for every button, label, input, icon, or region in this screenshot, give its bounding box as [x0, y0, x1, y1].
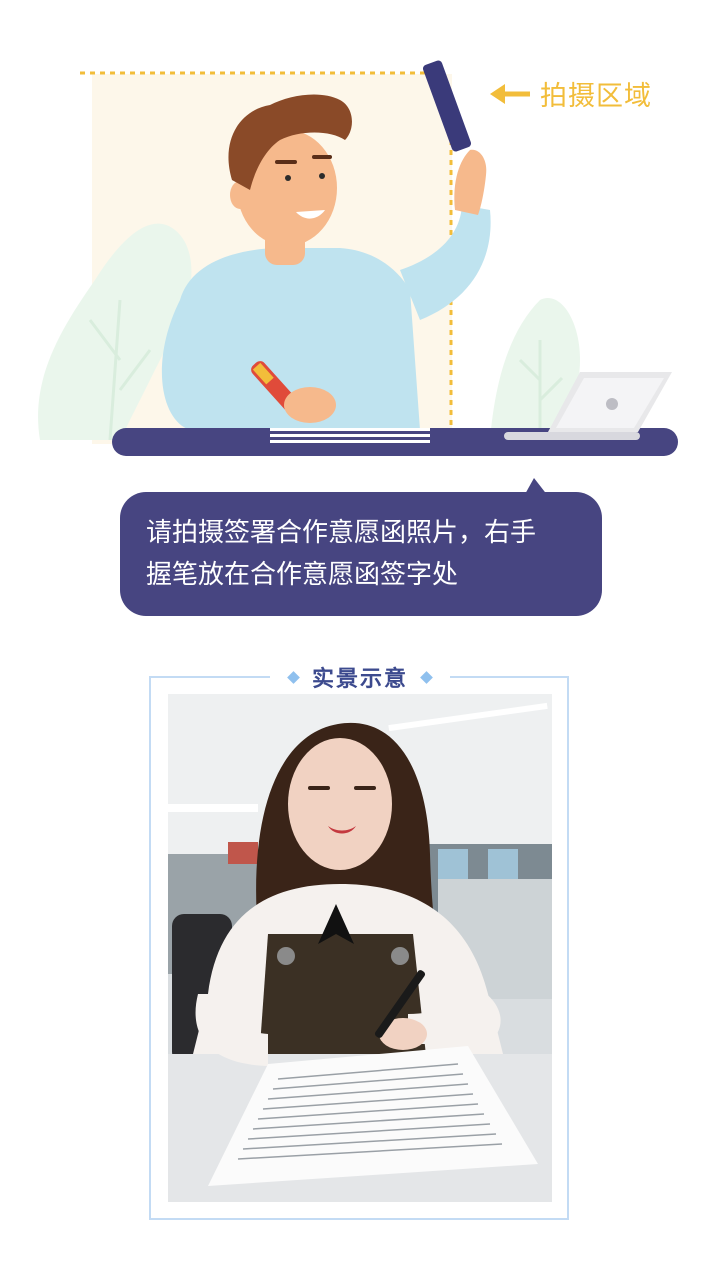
instruction-bubble: 请拍摄签署合作意愿函照片，右手 握笔放在合作意愿函签字处	[120, 492, 602, 616]
example-title: 实景示意	[311, 667, 408, 692]
arrow-left-icon	[490, 84, 530, 104]
capture-area-label: 拍摄区域	[540, 81, 652, 112]
diamond-icon	[287, 670, 300, 684]
instruction-line-1: 请拍摄签署合作意愿函照片，右手	[146, 518, 537, 548]
capture-illustration	[38, 60, 678, 456]
example-photo	[168, 694, 552, 1202]
instruction-line-2: 握笔放在合作意愿函签字处	[146, 560, 459, 590]
example-title-wrap: 实景示意	[270, 660, 450, 694]
diamond-icon	[420, 670, 433, 684]
